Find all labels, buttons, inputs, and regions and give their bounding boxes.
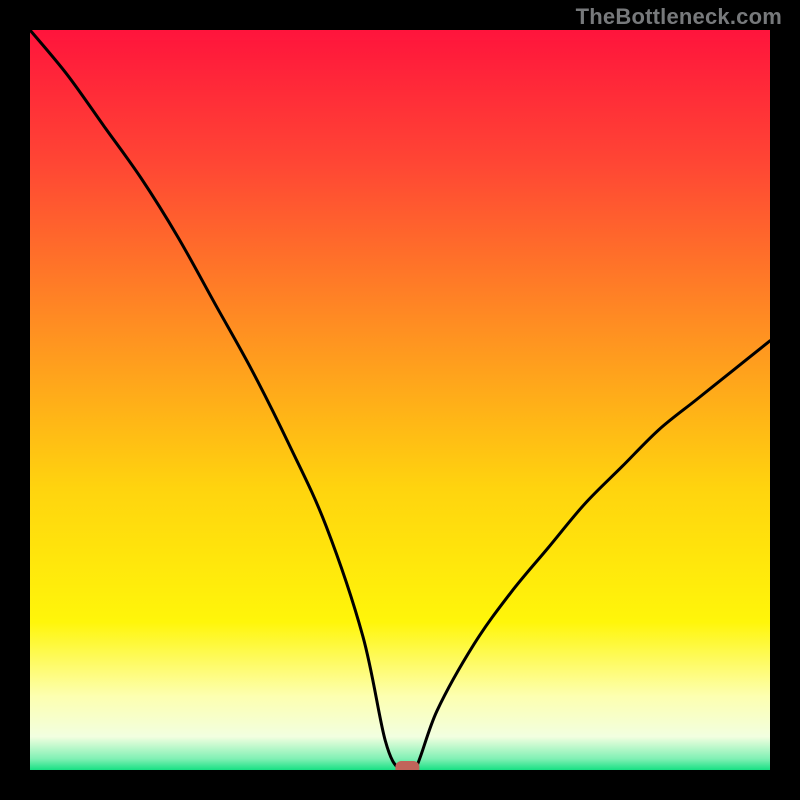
gradient-backdrop bbox=[30, 30, 770, 770]
optimal-marker bbox=[395, 761, 419, 770]
watermark-text: TheBottleneck.com bbox=[576, 4, 782, 30]
bottleneck-chart bbox=[30, 30, 770, 770]
chart-frame: TheBottleneck.com bbox=[0, 0, 800, 800]
